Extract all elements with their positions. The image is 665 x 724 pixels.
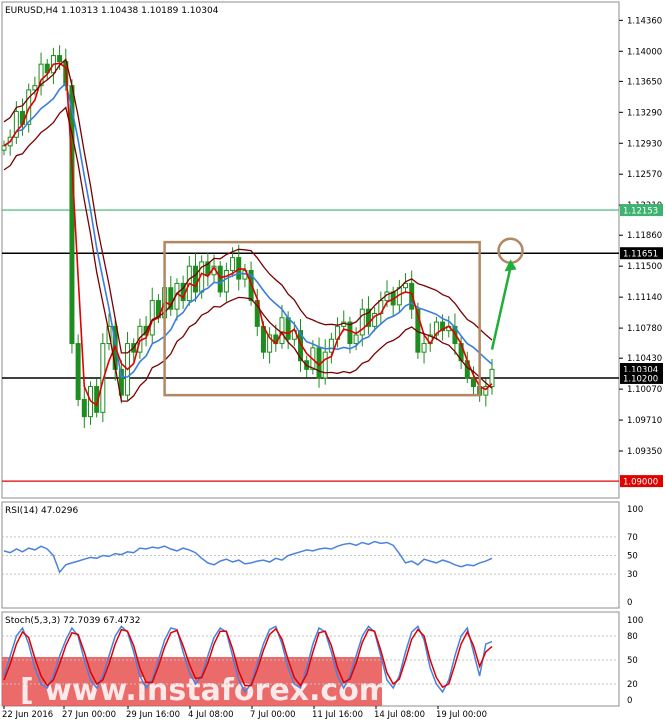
stoch-tick-label: 20 bbox=[627, 680, 638, 690]
x-tick-label: 19 Jul 00:00 bbox=[436, 710, 487, 720]
candle-body bbox=[81, 398, 87, 418]
price-flag-label: 1.12153 bbox=[623, 207, 658, 217]
price-flag-label: 1.09000 bbox=[623, 478, 658, 488]
price-flag-label: 1.11651 bbox=[623, 250, 658, 260]
candle-body bbox=[230, 257, 236, 271]
rsi-chart bbox=[2, 536, 619, 575]
y-tick-label: 1.11860 bbox=[627, 231, 662, 241]
stoch-title: Stoch(5,3,3) 72.7039 67.4732 bbox=[5, 616, 140, 626]
stoch-tick-label: 50 bbox=[627, 656, 638, 666]
rsi-line bbox=[3, 540, 493, 574]
rsi-tick-label: 50 bbox=[627, 552, 638, 562]
price-flag-label: 1.10200 bbox=[623, 374, 658, 384]
x-tick-label: 4 Jul 08:00 bbox=[188, 710, 234, 720]
watermark-text: [ www.instaforex.com ] bbox=[20, 673, 414, 708]
chart-title: EURUSD,H4 1.10313 1.10438 1.10189 1.1030… bbox=[5, 6, 219, 16]
rsi-tick-label: 30 bbox=[627, 570, 638, 580]
x-tick-label: 11 Jul 16:00 bbox=[312, 710, 363, 720]
y-tick-label: 1.09710 bbox=[627, 416, 662, 426]
y-tick-label: 1.10780 bbox=[627, 324, 662, 334]
price-chart bbox=[1, 45, 619, 482]
chart-canvas: [ www.instaforex.com ] 1.14360 1.14000 1.1… bbox=[1, 1, 663, 720]
candle-body bbox=[192, 265, 198, 293]
candle-body bbox=[149, 300, 155, 336]
rsi-tick-label: 0 bbox=[627, 598, 632, 608]
y-tick-label: 1.12570 bbox=[627, 170, 662, 180]
candle-body bbox=[322, 351, 328, 379]
y-tick-label: 1.13650 bbox=[627, 77, 662, 87]
x-tick-label: 7 Jul 00:00 bbox=[250, 710, 296, 720]
candle-body bbox=[75, 343, 81, 400]
y-tick-label: 1.14360 bbox=[627, 16, 662, 26]
y-tick-label: 1.13290 bbox=[627, 108, 662, 118]
x-tick-label: 29 Jun 16:00 bbox=[126, 710, 180, 720]
stoch-tick-label: 0 bbox=[627, 696, 632, 706]
rsi-tick-label: 70 bbox=[627, 533, 638, 543]
y-tick-label: 1.11140 bbox=[627, 293, 662, 303]
rsi-title: RSI(14) 47.0296 bbox=[5, 506, 78, 516]
stoch-tick-label: 80 bbox=[627, 632, 638, 642]
y-tick-label: 1.14000 bbox=[627, 47, 662, 57]
candle-body bbox=[69, 85, 75, 345]
y-tick-label: 1.12930 bbox=[627, 139, 662, 149]
target-circle bbox=[497, 237, 524, 264]
y-tick-label: 1.09350 bbox=[627, 447, 662, 457]
candle-body bbox=[57, 55, 63, 63]
candle-body bbox=[285, 317, 291, 340]
candle-body bbox=[223, 269, 229, 293]
main-panel-frame bbox=[1, 1, 620, 499]
candle-body bbox=[328, 338, 334, 353]
bullish-arrow bbox=[490, 267, 512, 350]
candle-body bbox=[279, 317, 285, 345]
candle-body bbox=[353, 334, 359, 345]
candle-body bbox=[217, 265, 223, 293]
rsi-tick-label: 100 bbox=[627, 505, 643, 515]
x-tick-label: 14 Jul 08:00 bbox=[374, 710, 425, 720]
candle-body bbox=[421, 343, 427, 353]
y-tick-label: 1.11500 bbox=[627, 262, 662, 272]
y-tick-label: 1.10430 bbox=[627, 354, 662, 364]
candle-body bbox=[1, 145, 7, 151]
x-tick-label: 27 Jun 00:00 bbox=[62, 710, 116, 720]
x-tick-label: 22 Jun 2016 bbox=[2, 710, 53, 720]
y-tick-label: 1.10070 bbox=[627, 385, 662, 395]
stoch-tick-label: 100 bbox=[627, 616, 643, 626]
